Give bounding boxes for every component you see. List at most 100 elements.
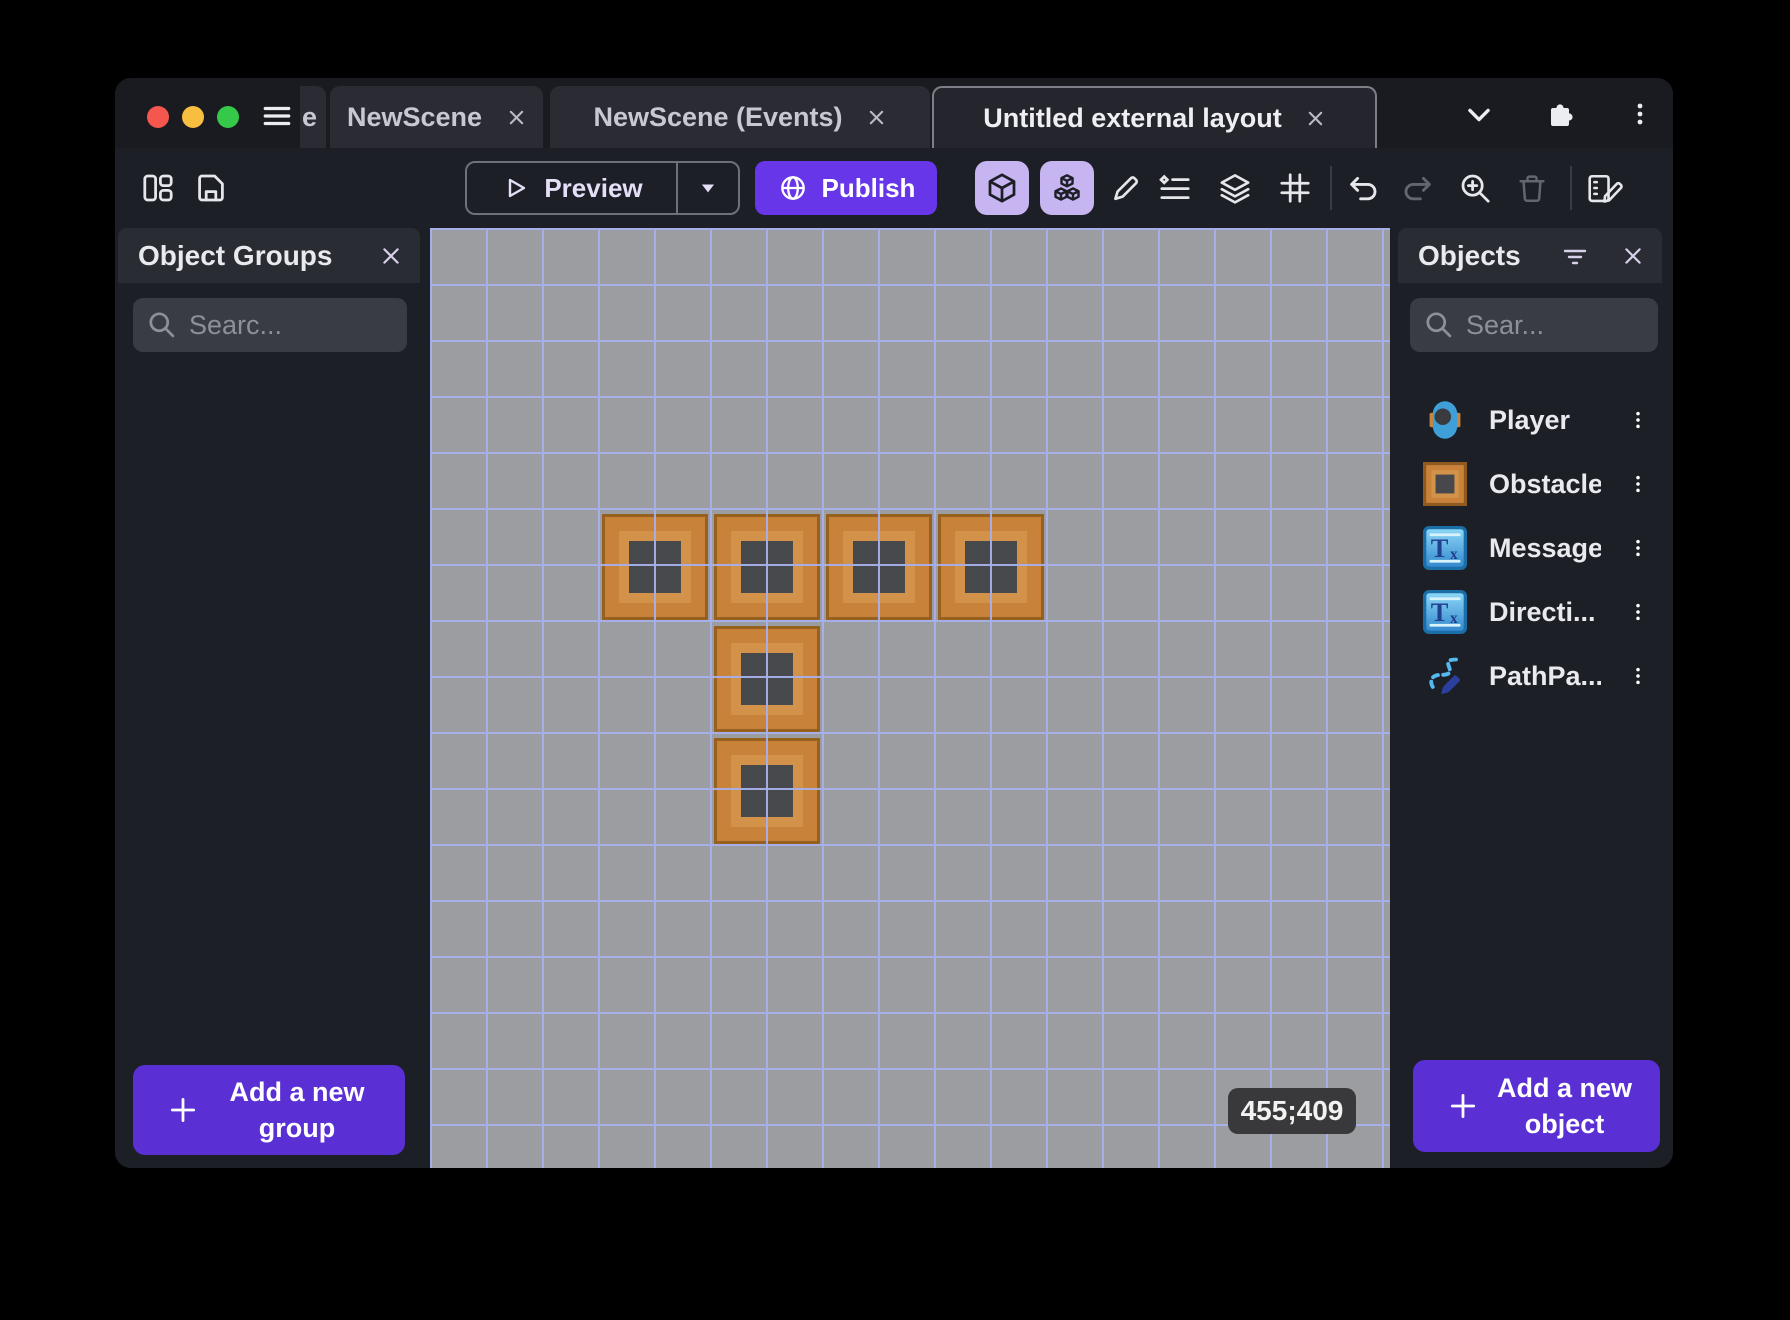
toggle-panels-button[interactable] bbox=[140, 170, 176, 206]
save-icon bbox=[198, 174, 224, 202]
close-tab-icon[interactable] bbox=[1306, 108, 1326, 128]
grid-overlay bbox=[430, 228, 1390, 1168]
kebab-menu-icon bbox=[1636, 667, 1640, 685]
instances-3d-toggle-button[interactable] bbox=[1040, 161, 1094, 215]
object-label: Message bbox=[1489, 532, 1601, 563]
tab-untitled-external-layout[interactable]: Untitled external layout bbox=[932, 86, 1377, 148]
layers-icon bbox=[1220, 174, 1250, 204]
plus-icon bbox=[1450, 1093, 1476, 1119]
tab-fragment-label: e bbox=[302, 101, 318, 132]
cursor-coordinates-badge: 455;409 bbox=[1228, 1088, 1356, 1134]
main-menu-button[interactable] bbox=[260, 100, 294, 134]
more-options-button[interactable] bbox=[1623, 98, 1657, 132]
tab-newscene[interactable]: NewScene bbox=[330, 86, 543, 148]
object-row-menu-button[interactable] bbox=[1623, 528, 1653, 568]
close-panel-button[interactable] bbox=[374, 239, 408, 273]
add-group-label: Add a new group bbox=[229, 1077, 365, 1143]
add-object-button[interactable]: Add a new object bbox=[1413, 1060, 1660, 1152]
grid-icon bbox=[1280, 173, 1310, 203]
layers-button[interactable] bbox=[1217, 170, 1253, 206]
svg-text:T: T bbox=[1431, 597, 1449, 627]
obstacle-instance[interactable] bbox=[826, 514, 932, 620]
plus-icon bbox=[170, 1097, 196, 1123]
edit-scene-properties-button[interactable] bbox=[1585, 170, 1625, 206]
tab-fragment[interactable]: e bbox=[300, 86, 326, 148]
search-icon bbox=[1426, 312, 1452, 338]
object-row-player[interactable]: Player bbox=[1390, 388, 1673, 452]
group-search-box bbox=[133, 298, 407, 352]
object-row-menu-button[interactable] bbox=[1623, 592, 1653, 632]
kebab-menu-icon bbox=[1636, 603, 1640, 621]
object-row-direction[interactable]: Tx Directi... bbox=[1390, 580, 1673, 644]
maximize-window-button[interactable] bbox=[217, 106, 239, 128]
preview-split-button: Preview bbox=[465, 161, 740, 215]
obstacle-instance[interactable] bbox=[714, 514, 820, 620]
close-panel-button[interactable] bbox=[1616, 239, 1650, 273]
obstacle-instance[interactable] bbox=[602, 514, 708, 620]
delete-button[interactable] bbox=[1515, 171, 1549, 205]
add-object-label: Add a new object bbox=[1496, 1073, 1632, 1139]
toolbar: Preview Publish bbox=[115, 148, 1673, 228]
objects-panel: Objects Sear... Player Obstacle T x Mess… bbox=[1390, 228, 1673, 1168]
app-window: e NewScene NewScene (Events) Untitled ex… bbox=[115, 78, 1673, 1168]
zoom-button[interactable] bbox=[1457, 170, 1493, 206]
redo-button[interactable] bbox=[1400, 170, 1436, 206]
pencil-icon bbox=[1114, 176, 1139, 201]
undo-icon bbox=[1350, 176, 1377, 201]
close-tab-icon[interactable] bbox=[867, 107, 887, 127]
add-group-button[interactable]: Add a new group bbox=[133, 1065, 405, 1155]
text-object-icon: Tx bbox=[1423, 590, 1467, 634]
trash-icon bbox=[1519, 175, 1545, 203]
obstacle-icon bbox=[1423, 462, 1467, 506]
preview-options-button[interactable] bbox=[678, 163, 738, 213]
save-button[interactable] bbox=[193, 170, 229, 206]
extensions-button[interactable] bbox=[1543, 98, 1577, 132]
object-row-menu-button[interactable] bbox=[1623, 400, 1653, 440]
publish-label: Publish bbox=[821, 172, 916, 203]
obstacle-instance[interactable] bbox=[714, 738, 820, 844]
object-label: PathPa... bbox=[1489, 660, 1601, 691]
obstacle-instance[interactable] bbox=[714, 626, 820, 732]
close-icon bbox=[1625, 247, 1641, 264]
close-tab-icon[interactable] bbox=[506, 107, 526, 127]
publish-button[interactable]: Publish bbox=[755, 161, 937, 215]
object-row-menu-button[interactable] bbox=[1623, 656, 1653, 696]
edit-object-button[interactable] bbox=[1107, 170, 1143, 206]
tab-bar: e NewScene NewScene (Events) Untitled ex… bbox=[115, 78, 1673, 148]
chevron-down-icon bbox=[1468, 108, 1490, 122]
show-tabs-list-button[interactable] bbox=[1462, 98, 1496, 132]
preview-label: Preview bbox=[544, 172, 643, 203]
dropdown-arrow-icon bbox=[701, 184, 715, 193]
window-controls bbox=[147, 106, 239, 128]
kebab-menu-icon bbox=[1636, 475, 1640, 493]
object-groups-header: Object Groups bbox=[118, 228, 420, 283]
obstacle-instance[interactable] bbox=[938, 514, 1044, 620]
divider bbox=[1330, 166, 1332, 210]
object-row-pathpainter[interactable]: PathPa... bbox=[1390, 644, 1673, 708]
hamburger-icon bbox=[263, 106, 291, 126]
search-icon bbox=[149, 312, 175, 338]
scene-canvas[interactable]: 455;409 bbox=[430, 228, 1390, 1168]
grid-toggle-button[interactable] bbox=[1277, 170, 1313, 206]
content-area: Object Groups Add a new group bbox=[115, 228, 1673, 1168]
edit-properties-icon bbox=[1588, 174, 1623, 203]
object-row-menu-button[interactable] bbox=[1623, 464, 1653, 504]
instances-list-button[interactable] bbox=[1157, 170, 1193, 206]
preview-button[interactable]: Preview bbox=[467, 163, 676, 213]
tab-label: NewScene (Events) bbox=[593, 101, 843, 132]
obstacle-instance-core bbox=[741, 765, 793, 817]
object-label: Directi... bbox=[1489, 596, 1596, 627]
text-object-icon: Tx bbox=[1423, 526, 1467, 570]
undo-button[interactable] bbox=[1345, 170, 1381, 206]
object-row-message[interactable]: Tx Message bbox=[1390, 516, 1673, 580]
minimize-window-button[interactable] bbox=[182, 106, 204, 128]
object-search-input[interactable] bbox=[1466, 309, 1644, 341]
close-window-button[interactable] bbox=[147, 106, 169, 128]
object-row-obstacle[interactable]: Obstacle bbox=[1390, 452, 1673, 516]
group-search-input[interactable] bbox=[189, 309, 393, 341]
view-3d-toggle-button[interactable] bbox=[975, 161, 1029, 215]
filter-objects-button[interactable] bbox=[1558, 239, 1592, 273]
puzzle-icon bbox=[1551, 104, 1573, 126]
tab-newscene-events[interactable]: NewScene (Events) bbox=[550, 86, 930, 148]
obstacle-instance-core bbox=[741, 541, 793, 593]
